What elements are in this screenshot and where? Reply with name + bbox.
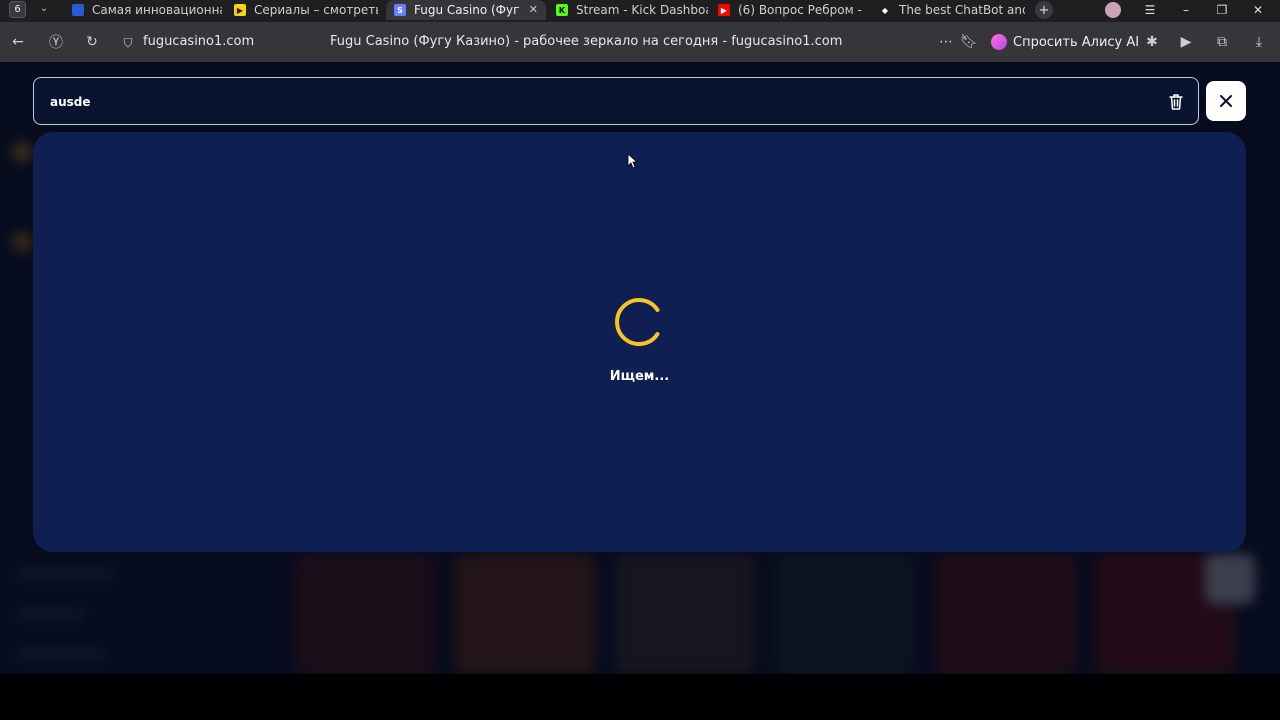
- alice-icon: [991, 34, 1007, 50]
- more-dots-icon[interactable]: ⋯: [937, 33, 955, 51]
- url-text[interactable]: fugucasino1.com: [143, 34, 254, 49]
- reload-icon[interactable]: ↻: [83, 33, 101, 51]
- loading-spinner-icon: [615, 298, 660, 346]
- tab-2[interactable]: ▶ Сериалы – смотреть онл: [226, 0, 378, 20]
- search-box: [33, 77, 1199, 125]
- tab-count-badge[interactable]: 6: [9, 1, 26, 18]
- tab-favicon-icon: S: [394, 4, 406, 16]
- menu-icon[interactable]: ☰: [1140, 1, 1160, 19]
- extensions-icon[interactable]: ✱: [1143, 33, 1161, 51]
- close-search-button[interactable]: [1206, 81, 1246, 121]
- close-window-icon[interactable]: ✕: [1248, 1, 1268, 19]
- tab-6[interactable]: ◆ The best ChatBot and Wi: [871, 0, 1025, 20]
- restore-icon[interactable]: ❐: [1212, 1, 1232, 19]
- tab-3-active[interactable]: S Fugu Casino (Фугу Ка ✕: [386, 0, 546, 20]
- back-arrow-icon[interactable]: ←: [9, 33, 27, 51]
- tab-5[interactable]: ▶ (6) Вопрос Ребром - Вла: [710, 0, 864, 20]
- tab-4[interactable]: K Stream - Kick Dashboard: [548, 0, 708, 20]
- tab-favicon-icon: [72, 4, 84, 16]
- collections-icon[interactable]: ⧉: [1213, 33, 1231, 51]
- tab-favicon-icon: K: [556, 4, 568, 16]
- tab-bar: 6 ⌄ Самая инновационная п ▶ Сериалы – см…: [0, 0, 1280, 22]
- bottom-black-bar: [0, 674, 1280, 720]
- tab-1[interactable]: Самая инновационная п: [64, 0, 222, 20]
- minimize-icon[interactable]: –: [1176, 1, 1196, 19]
- new-tab-button[interactable]: +: [1035, 1, 1053, 19]
- tab-favicon-icon: ◆: [881, 5, 889, 15]
- tab-favicon-icon: ▶: [234, 4, 246, 16]
- profile-avatar[interactable]: [1103, 1, 1123, 19]
- yandex-icon[interactable]: Ⓨ: [47, 33, 65, 51]
- shield-icon[interactable]: ⛉: [119, 34, 137, 52]
- tab-title: (6) Вопрос Ребром - Вла: [738, 3, 864, 17]
- tab-title: Сериалы – смотреть онл: [254, 3, 378, 17]
- search-results-panel: Ищем...: [33, 132, 1246, 552]
- alice-label: Спросить Алису AI: [1013, 34, 1140, 50]
- address-bar: ← Ⓨ ↻ ⛉ fugucasino1.com Fugu Casino (Фуг…: [0, 22, 1280, 62]
- search-input[interactable]: [50, 92, 1150, 112]
- tab-title: Fugu Casino (Фугу Ка: [414, 3, 520, 17]
- download-icon[interactable]: ⤓: [1250, 33, 1268, 51]
- trash-icon[interactable]: [1168, 93, 1184, 111]
- close-tab-icon[interactable]: ✕: [529, 3, 538, 16]
- media-icon[interactable]: ▶: [1177, 33, 1195, 51]
- tab-title: The best ChatBot and Wi: [899, 3, 1025, 17]
- mouse-cursor-icon: [627, 153, 637, 169]
- tab-favicon-icon: ▶: [718, 4, 730, 16]
- chevron-down-icon[interactable]: ⌄: [36, 3, 52, 17]
- close-icon: [1220, 95, 1232, 107]
- ask-alice-button[interactable]: Спросить Алису AI: [991, 31, 1139, 53]
- tab-title: Stream - Kick Dashboard: [576, 3, 708, 17]
- search-status-text: Ищем...: [609, 369, 670, 384]
- page-title: Fugu Casino (Фугу Казино) - рабочее зерк…: [330, 34, 843, 49]
- tab-title: Самая инновационная п: [92, 3, 222, 17]
- page-content: Ищем...: [0, 62, 1280, 674]
- bookmark-icon[interactable]: 🔖︎: [960, 33, 978, 51]
